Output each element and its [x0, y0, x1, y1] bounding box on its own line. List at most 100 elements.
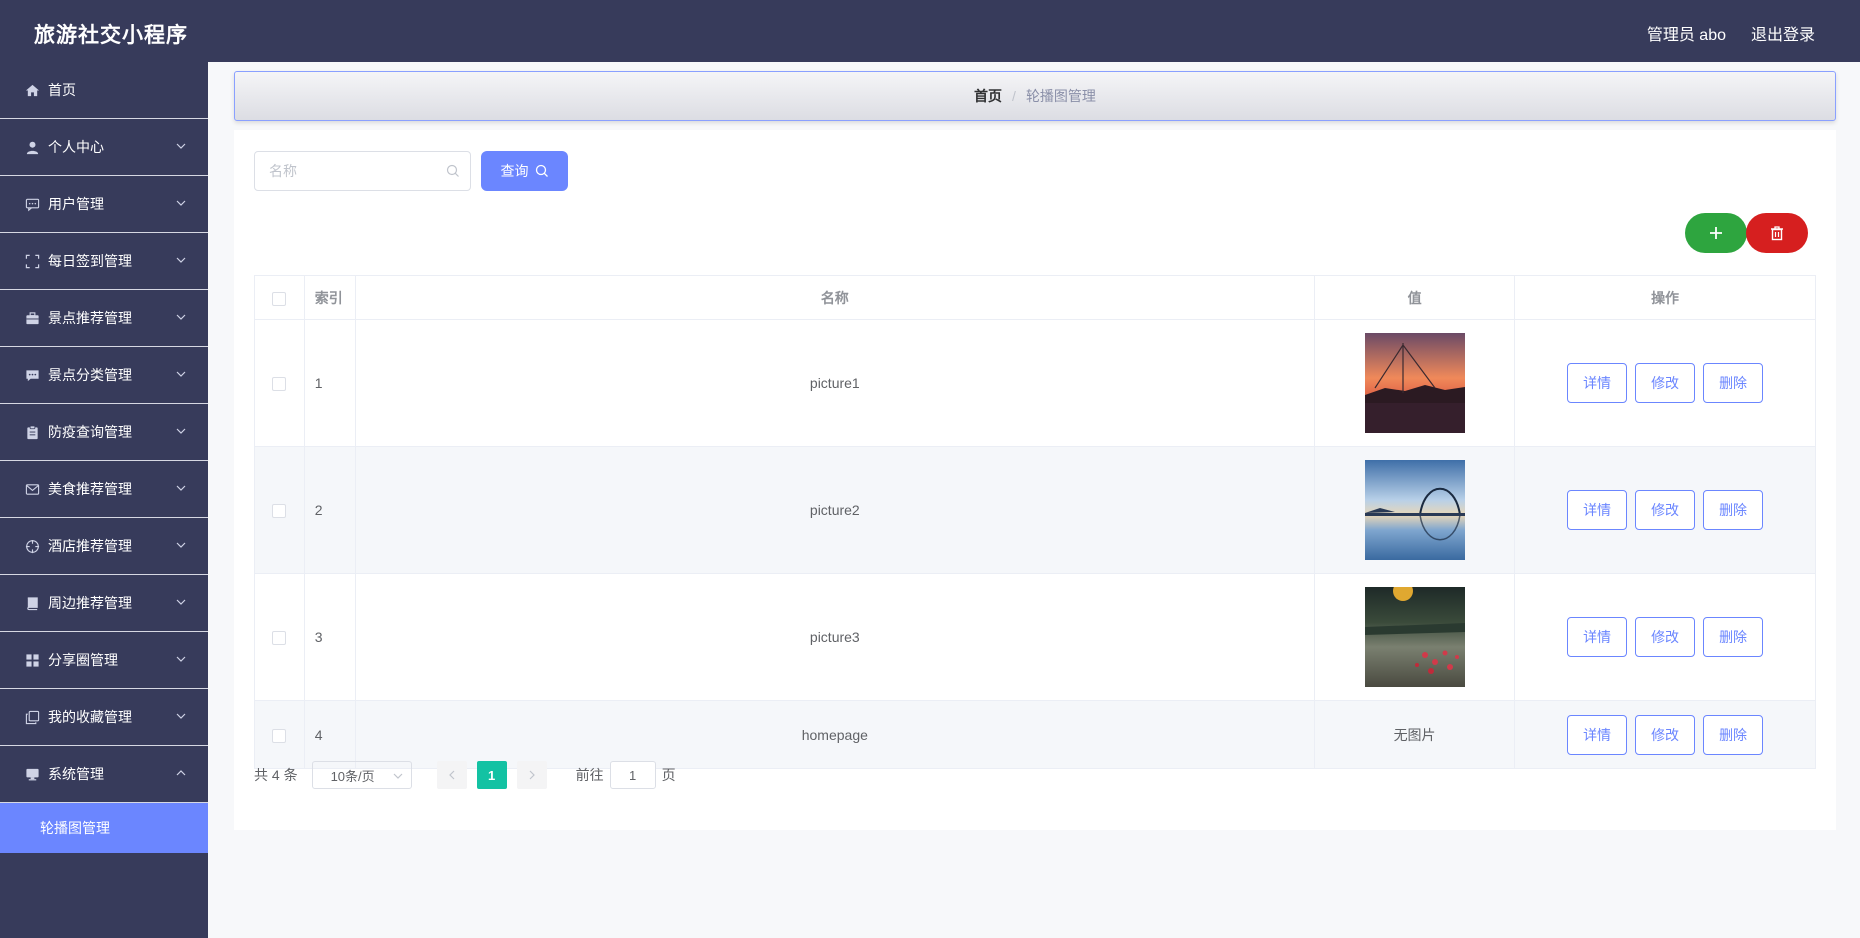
detail-button[interactable]: 详情 — [1567, 714, 1628, 755]
row-value-cell — [1313, 446, 1516, 574]
row-actions-cell: 详情 修改 删除 — [1514, 446, 1816, 574]
grid-icon — [24, 652, 40, 668]
row-select-cell — [254, 446, 305, 574]
row-actions-cell: 详情 修改 删除 — [1514, 573, 1816, 701]
delete-button[interactable]: 删除 — [1703, 714, 1764, 755]
sidebar-item-hotel-recommend[interactable]: 酒店推荐管理 — [0, 518, 208, 575]
row-name: picture3 — [354, 573, 1315, 701]
pagination-total: 共 4 条 — [254, 767, 298, 783]
row-checkbox[interactable] — [272, 631, 287, 646]
logout-link[interactable]: 退出登录 — [1751, 21, 1815, 45]
search-field[interactable] — [254, 151, 471, 191]
sidebar-item-epidemic-query[interactable]: 防疫查询管理 — [0, 404, 208, 461]
sidebar-item-label: 酒店推荐管理 — [48, 538, 132, 554]
copy-icon — [24, 709, 40, 725]
edit-button[interactable]: 修改 — [1635, 490, 1696, 530]
table-row: 4 homepage 无图片 详情 修改 删除 — [254, 700, 1816, 769]
search-button[interactable]: 查询 — [481, 151, 568, 191]
pagination: 共 4 条 10条/页 1 前往 页 — [254, 760, 676, 790]
sidebar-item-label: 首页 — [48, 82, 76, 98]
column-header-index: 索引 — [303, 275, 356, 320]
chevron-left-icon — [448, 770, 455, 780]
sidebar-item-attraction-recommend[interactable]: 景点推荐管理 — [0, 290, 208, 347]
sidebar-item-label: 个人中心 — [48, 139, 104, 155]
sunset-bridge-image[interactable] — [1364, 333, 1465, 433]
edit-button[interactable]: 修改 — [1635, 617, 1696, 657]
detail-button[interactable]: 详情 — [1567, 363, 1628, 403]
sidebar-item-home[interactable]: 首页 — [0, 62, 208, 119]
detail-button[interactable]: 详情 — [1567, 617, 1628, 657]
page-number-button[interactable]: 1 — [476, 761, 507, 789]
search-button-label: 查询 — [500, 163, 529, 179]
chevron-up-icon — [176, 770, 186, 776]
column-header-actions: 操作 — [1514, 275, 1816, 320]
select-all-checkbox[interactable] — [272, 291, 287, 306]
breadcrumb-home[interactable]: 首页 — [974, 86, 1002, 106]
row-index: 3 — [303, 573, 356, 701]
book-icon — [24, 595, 40, 611]
column-header-value: 值 — [1313, 275, 1516, 320]
chevron-down-icon — [176, 257, 186, 263]
row-select-cell — [254, 700, 305, 769]
page-size-value: 10条/页 — [330, 768, 375, 784]
sidebar-item-users[interactable]: 用户管理 — [0, 176, 208, 233]
breadcrumb-separator: / — [1012, 88, 1016, 104]
page-size-select[interactable]: 10条/页 — [311, 761, 412, 789]
chevron-down-icon — [176, 314, 186, 320]
chevron-down-icon — [176, 143, 186, 149]
column-header-select — [254, 275, 305, 320]
sidebar-item-food-recommend[interactable]: 美食推荐管理 — [0, 461, 208, 518]
row-checkbox[interactable] — [272, 504, 287, 519]
delete-button[interactable]: 删除 — [1703, 490, 1764, 530]
top-bar: 旅游社交小程序 管理员 abo 退出登录 — [0, 0, 1860, 62]
goto-page-input[interactable] — [609, 761, 656, 789]
row-name: picture2 — [354, 446, 1315, 574]
search-input[interactable] — [269, 163, 449, 179]
sidebar-item-share-circle[interactable]: 分享圈管理 — [0, 632, 208, 689]
chat-icon — [24, 196, 40, 212]
delete-button[interactable]: 删除 — [1703, 363, 1764, 403]
row-value: 无图片 — [1313, 700, 1516, 769]
row-checkbox[interactable] — [272, 728, 287, 743]
sidebar-item-label: 防疫查询管理 — [48, 424, 132, 440]
detail-button[interactable]: 详情 — [1567, 490, 1628, 530]
table-row: 2 picture2 详情 修改 删除 — [254, 446, 1816, 574]
sidebar-subitem-carousel[interactable]: 轮播图管理 — [0, 803, 208, 853]
chevron-down-icon — [176, 713, 186, 719]
sidebar-item-label: 分享圈管理 — [48, 652, 118, 668]
sidebar-item-personal-center[interactable]: 个人中心 — [0, 119, 208, 176]
row-actions-cell: 详情 修改 删除 — [1514, 319, 1816, 447]
crosshair-icon — [24, 538, 40, 554]
search-icon — [535, 164, 548, 177]
clipboard-icon — [24, 424, 40, 440]
breadcrumb-current: 轮播图管理 — [1025, 88, 1096, 104]
sidebar-item-nearby-recommend[interactable]: 周边推荐管理 — [0, 575, 208, 632]
sidebar-item-label: 景点分类管理 — [48, 367, 132, 383]
breadcrumb: 首页 / 轮播图管理 — [234, 71, 1836, 121]
next-page-button[interactable] — [516, 761, 547, 789]
sidebar-item-label: 用户管理 — [48, 196, 104, 212]
edit-button[interactable]: 修改 — [1635, 714, 1696, 755]
delete-button[interactable]: 删除 — [1703, 617, 1764, 657]
row-checkbox[interactable] — [272, 377, 287, 392]
flower-field-image[interactable] — [1364, 587, 1465, 687]
edit-button[interactable]: 修改 — [1635, 363, 1696, 403]
add-button[interactable] — [1685, 213, 1747, 253]
row-actions-cell: 详情 修改 删除 — [1514, 700, 1816, 769]
row-name: picture1 — [354, 319, 1315, 447]
message-icon — [24, 367, 40, 383]
row-index: 1 — [303, 319, 356, 447]
sidebar-item-daily-checkin[interactable]: 每日签到管理 — [0, 233, 208, 290]
suitcase-icon — [24, 310, 40, 326]
sidebar-item-system[interactable]: 系统管理 — [0, 746, 208, 803]
sidebar-item-attraction-category[interactable]: 景点分类管理 — [0, 347, 208, 404]
chevron-down-icon — [176, 542, 186, 548]
sidebar-item-label: 我的收藏管理 — [48, 709, 132, 725]
mail-icon — [24, 481, 40, 497]
chevron-down-icon — [176, 371, 186, 377]
prev-page-button[interactable] — [436, 761, 467, 789]
sidebar-item-my-favorites[interactable]: 我的收藏管理 — [0, 689, 208, 746]
batch-delete-button[interactable] — [1746, 213, 1808, 253]
sidebar-item-label: 周边推荐管理 — [48, 595, 132, 611]
arch-bridge-lake-image[interactable] — [1364, 460, 1465, 560]
